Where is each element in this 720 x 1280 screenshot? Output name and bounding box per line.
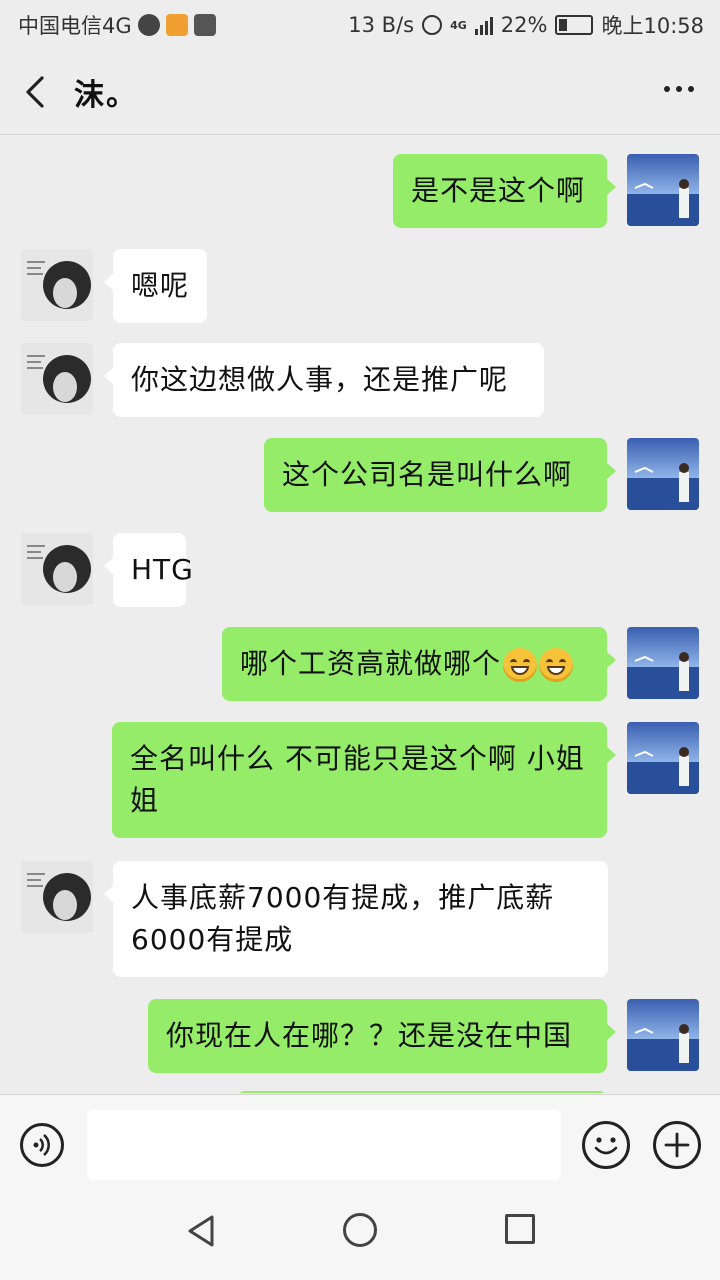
message-bubble[interactable]: HTG xyxy=(104,533,193,607)
carrier-label: 中国电信4G xyxy=(18,14,132,38)
input-bar xyxy=(0,1094,720,1191)
alarm-icon xyxy=(422,15,443,35)
nav-recent-apps-icon[interactable] xyxy=(505,1214,535,1244)
status-left: 中国电信4G xyxy=(18,10,216,40)
globe-icon xyxy=(137,14,160,36)
status-bar: 中国电信4G 13 B/s 4G 22% 晚上10:58 xyxy=(0,0,720,50)
nav-home-icon[interactable] xyxy=(343,1213,377,1247)
status-right: 13 B/s 4G 22% 晚上10:58 xyxy=(348,10,704,40)
net-speed: 13 B/s xyxy=(348,13,415,37)
message-bubble[interactable]: 人事底薪7000有提成，推广底薪6000有提成 xyxy=(104,861,608,977)
signal-icon xyxy=(474,15,493,35)
chat-title: 沫。 xyxy=(74,78,138,113)
message-bubble[interactable]: 是不是这个啊 xyxy=(393,154,616,228)
contact-avatar[interactable] xyxy=(21,249,93,321)
voice-input-icon[interactable] xyxy=(20,1123,64,1167)
battery-percent: 22% xyxy=(500,13,548,37)
message-bubble[interactable]: 哪个工资高就做哪个 xyxy=(222,627,616,701)
message-bubble[interactable]: 你这边想做人事，还是推广呢 xyxy=(104,343,544,417)
contact-avatar[interactable] xyxy=(21,343,93,415)
system-nav-bar xyxy=(0,1191,720,1280)
contact-avatar[interactable] xyxy=(21,861,93,933)
message-bubble[interactable]: 全名叫什么 不可能只是这个啊 小姐姐 xyxy=(112,722,616,838)
network-type: 4G xyxy=(450,18,467,32)
emoji-picker-icon[interactable] xyxy=(582,1121,630,1169)
more-options-icon[interactable] xyxy=(664,86,694,92)
message-input[interactable] xyxy=(87,1110,561,1180)
message-text: 哪个工资高就做哪个 xyxy=(240,647,502,680)
grin-emoji-icon xyxy=(539,648,574,682)
more-functions-icon[interactable] xyxy=(653,1121,701,1169)
self-avatar[interactable] xyxy=(627,627,699,699)
message-bubble-partial[interactable] xyxy=(237,1091,607,1093)
self-avatar[interactable] xyxy=(627,438,699,510)
battery-icon xyxy=(555,15,594,35)
message-list[interactable]: 是不是这个啊 嗯呢 你这边想做人事，还是推广呢 这个公司名是叫什么啊 HTG 哪… xyxy=(0,135,720,1093)
self-avatar[interactable] xyxy=(627,999,699,1071)
message-bubble[interactable]: 嗯呢 xyxy=(104,249,207,323)
chat-header: 沫。 xyxy=(0,50,720,135)
back-arrow-icon[interactable] xyxy=(22,74,52,110)
app-notification-icon xyxy=(165,14,188,36)
clock: 晚上10:58 xyxy=(601,14,704,38)
self-avatar[interactable] xyxy=(627,722,699,794)
contact-avatar[interactable] xyxy=(21,533,93,605)
message-bubble[interactable]: 你现在人在哪？？还是没在中国 xyxy=(148,999,616,1073)
app-notification-icon-2 xyxy=(193,14,216,36)
nav-back-icon[interactable] xyxy=(182,1211,222,1251)
self-avatar[interactable] xyxy=(627,154,699,226)
grin-emoji-icon xyxy=(503,648,538,682)
message-bubble[interactable]: 这个公司名是叫什么啊 xyxy=(264,438,616,512)
